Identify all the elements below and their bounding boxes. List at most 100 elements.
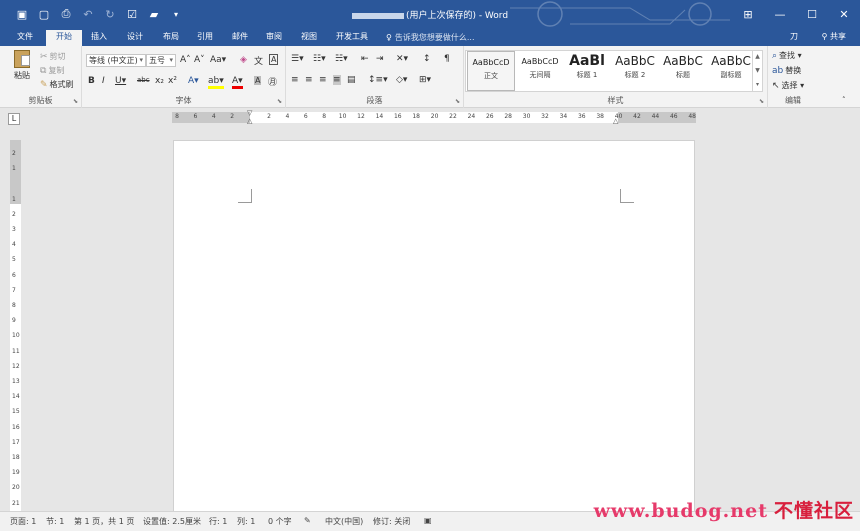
font-size-select[interactable]: 五号 ▾ — [146, 54, 176, 67]
tab-file[interactable]: 文件 — [8, 31, 42, 46]
cut-button[interactable]: ✂ 剪切 — [40, 51, 66, 62]
shading-icon[interactable]: ◇▾ — [396, 75, 407, 85]
document-page[interactable] — [173, 140, 695, 512]
char-shading-icon[interactable]: A — [254, 76, 262, 85]
status-words[interactable]: 0 个字 — [268, 516, 292, 527]
tab-mailings[interactable]: 邮件 — [225, 31, 255, 46]
ruler-mark: 42 — [633, 113, 641, 120]
change-case-icon[interactable]: Aa▾ — [210, 55, 226, 65]
borders-icon[interactable]: ⊞▾ — [419, 75, 431, 85]
dialog-launcher-icon[interactable]: ⬊ — [73, 98, 78, 105]
watermark: www.budog.net 不懂社区 — [593, 500, 854, 522]
tab-home[interactable]: 开始 — [46, 30, 82, 46]
macro-record-icon[interactable]: ▣ — [424, 516, 432, 525]
enclose-char-icon[interactable]: ㊊ — [268, 75, 277, 88]
chevron-up-icon[interactable]: ▲ — [755, 53, 760, 60]
right-indent-marker[interactable]: △ — [613, 117, 618, 125]
copy-button[interactable]: ⧉ 复制 — [40, 65, 64, 76]
status-position[interactable]: 设置值: 2.5厘米 — [143, 516, 201, 527]
strikethrough-icon[interactable]: abc — [137, 76, 150, 84]
chevron-down-icon[interactable]: ▼ — [755, 67, 760, 74]
show-marks-icon[interactable]: ¶ — [444, 54, 450, 64]
tab-insert[interactable]: 插入 — [84, 31, 114, 46]
format-painter-button[interactable]: ✎ 格式刷 — [40, 79, 74, 90]
numbering-icon[interactable]: ☷▾ — [313, 54, 326, 64]
style-subtitle[interactable]: AaBbC 副标题 — [707, 51, 755, 91]
align-left-icon[interactable]: ≡ — [291, 75, 299, 85]
multilevel-list-icon[interactable]: ☵▾ — [335, 54, 348, 64]
align-center-icon[interactable]: ≡ — [305, 75, 313, 85]
tab-layout[interactable]: 布局 — [156, 31, 186, 46]
style-no-spacing[interactable]: AaBbCcD 无间隔 — [516, 51, 564, 91]
group-paragraph: ☰▾ ☷▾ ☵▾ ⇤ ⇥ ✕▾ ↕ ¶ ≡ ≡ ≡ ≡ ▤ ↕≡▾ ◇▾ ⊞▾ … — [286, 46, 464, 108]
dialog-launcher-icon[interactable]: ⬊ — [759, 98, 764, 105]
select-button[interactable]: ↖ 选择 ▾ — [772, 80, 804, 91]
dialog-launcher-icon[interactable]: ⬊ — [455, 98, 460, 105]
shrink-font-icon[interactable]: A˅ — [194, 55, 205, 65]
decrease-indent-icon[interactable]: ⇤ — [361, 54, 369, 64]
status-page-of[interactable]: 第 1 页，共 1 页 — [74, 516, 134, 527]
sort-icon[interactable]: ↕ — [423, 54, 431, 64]
replace-button[interactable]: ab 替换 — [772, 65, 801, 76]
style-heading-1[interactable]: AaBl 标题 1 — [563, 51, 611, 91]
tab-selector[interactable]: L — [8, 113, 20, 125]
status-page[interactable]: 页面: 1 — [10, 516, 36, 527]
paste-button[interactable]: 粘贴 — [10, 50, 34, 81]
tab-developer[interactable]: 开发工具 — [330, 31, 374, 46]
text-effects-icon[interactable]: A▾ — [188, 76, 199, 86]
tab-view[interactable]: 视图 — [294, 31, 324, 46]
underline-icon[interactable]: U▾ — [115, 76, 126, 86]
collapse-ribbon-icon[interactable]: ˄ — [842, 96, 846, 104]
maximize-icon[interactable]: ☐ — [796, 0, 828, 28]
ribbon-options-icon[interactable]: ⊞ — [732, 0, 764, 28]
phonetic-guide-icon[interactable]: 文 — [254, 54, 263, 67]
ruler-mark: 8 — [12, 302, 16, 309]
style-title[interactable]: AaBbC 标题 — [659, 51, 707, 91]
tab-references[interactable]: 引用 — [190, 31, 220, 46]
ruler-mark: 20 — [12, 484, 20, 492]
gallery-scroll[interactable]: ▲ ▼ ▾ — [752, 50, 762, 92]
font-color-icon[interactable]: A▾ — [232, 76, 243, 89]
brush-icon: ✎ — [40, 80, 48, 90]
tab-review[interactable]: 审阅 — [259, 31, 289, 46]
italic-icon[interactable]: I — [102, 76, 105, 86]
status-column[interactable]: 列: 1 — [237, 516, 255, 527]
first-line-indent-marker[interactable]: ▽ — [247, 109, 252, 117]
align-right-icon[interactable]: ≡ — [319, 75, 327, 85]
left-indent-marker[interactable]: △ — [247, 117, 252, 125]
increase-indent-icon[interactable]: ⇥ — [376, 54, 384, 64]
char-border-icon[interactable]: A — [269, 54, 279, 65]
highlight-icon[interactable]: ab▾ — [208, 76, 224, 89]
bold-icon[interactable]: B — [88, 76, 95, 86]
clear-format-icon[interactable]: ◈ — [240, 55, 247, 65]
bullets-icon[interactable]: ☰▾ — [291, 54, 304, 64]
subscript-icon[interactable]: x₂ — [155, 76, 164, 86]
vertical-ruler[interactable]: 2 1 1 2 3 4 5 6 7 8 9 10 11 12 13 14 15 16 17 18 19 20 21 — [10, 140, 21, 512]
ribbon-home: 粘贴 ✂ 剪切 ⧉ 复制 ✎ 格式刷 剪贴板 ⬊ 等线 (中文正) ▾ 五号 ▾ A˄ A… — [0, 46, 860, 108]
find-button[interactable]: ⌕ 查找 ▾ — [772, 50, 802, 61]
grow-font-icon[interactable]: A˄ — [180, 55, 191, 65]
status-line[interactable]: 行: 1 — [209, 516, 227, 527]
justify-icon[interactable]: ≡ — [333, 75, 341, 85]
more-icon[interactable]: ▾ — [756, 81, 759, 88]
minimize-icon[interactable]: — — [764, 0, 796, 28]
line-spacing-icon[interactable]: ↕≡▾ — [368, 75, 388, 85]
close-icon[interactable]: ✕ — [828, 0, 860, 28]
tab-design[interactable]: 设计 — [120, 31, 150, 46]
dialog-launcher-icon[interactable]: ⬊ — [277, 98, 282, 105]
ruler-mark: 10 — [338, 113, 347, 120]
share-button[interactable]: ⚲ 共享 — [822, 31, 846, 42]
style-heading-2[interactable]: AaBbC 标题 2 — [611, 51, 659, 91]
sign-in-label[interactable]: 刀 — [790, 31, 798, 42]
status-section[interactable]: 节: 1 — [46, 516, 64, 527]
distributed-icon[interactable]: ▤ — [347, 75, 356, 85]
chinese-layout-icon[interactable]: ✕▾ — [396, 54, 408, 64]
status-language[interactable]: 中文(中国) — [325, 516, 363, 527]
vertical-scrollbar[interactable] — [846, 130, 860, 510]
superscript-icon[interactable]: x² — [168, 76, 177, 86]
proofing-icon[interactable]: ✎ — [304, 516, 311, 525]
font-name-select[interactable]: 等线 (中文正) ▾ — [86, 54, 146, 67]
tell-me-box[interactable]: ♀ 告诉我您想要做什么... — [386, 32, 475, 43]
style-normal[interactable]: AaBbCcD 正文 — [467, 51, 515, 91]
status-track-changes[interactable]: 修订: 关闭 — [373, 516, 410, 527]
